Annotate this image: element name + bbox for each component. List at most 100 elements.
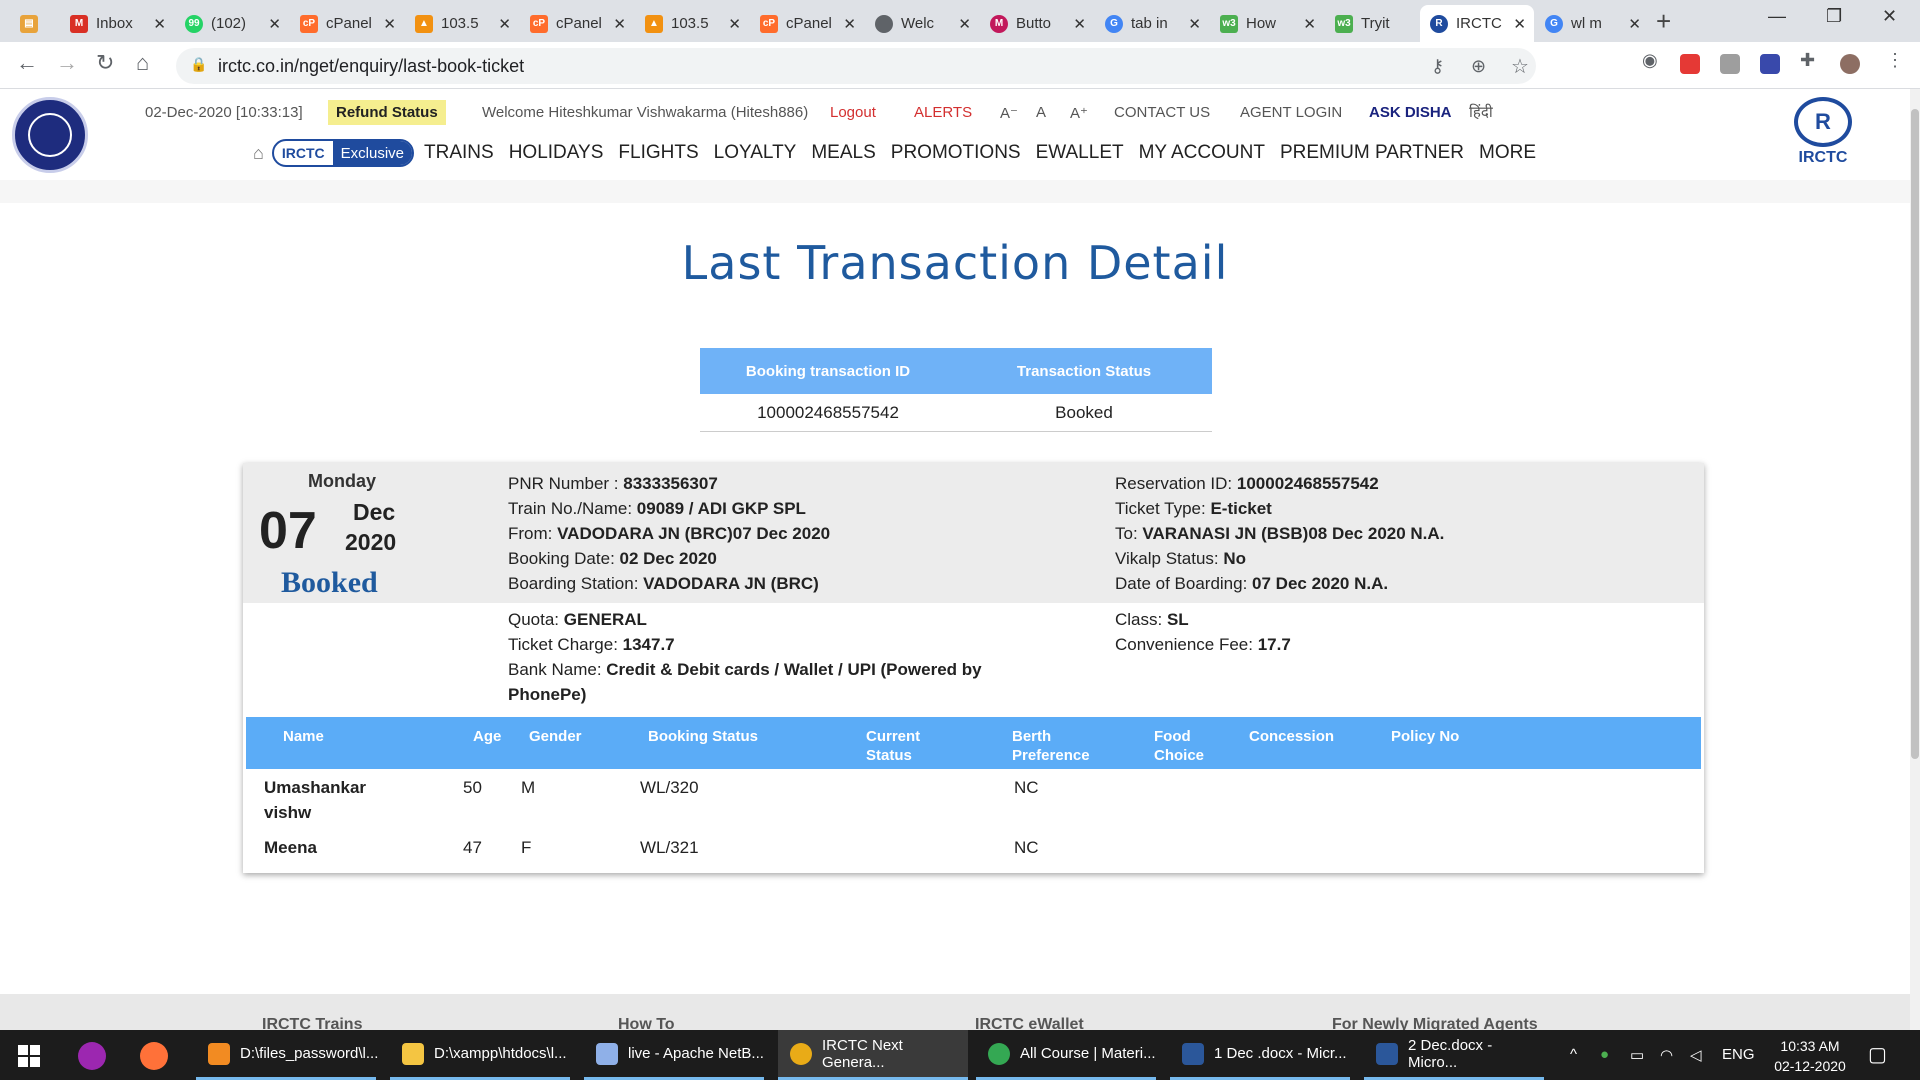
taskbar-clock[interactable]: 10:33 AM 02-12-2020	[1762, 1036, 1858, 1076]
font-decrease-button[interactable]: A⁻	[1000, 104, 1018, 122]
taskbar-item[interactable]: live - Apache NetB...	[584, 1030, 764, 1080]
network-icon[interactable]: ◠	[1660, 1046, 1673, 1064]
browser-tab-active[interactable]: R IRCTC ✕	[1420, 5, 1534, 42]
refund-status-button[interactable]: Refund Status	[328, 100, 446, 125]
camera-icon[interactable]: ◉	[1642, 50, 1658, 71]
hindi-link[interactable]: हिंदी	[1469, 102, 1493, 122]
browser-tab[interactable]: ▤	[10, 5, 60, 42]
font-normal-button[interactable]: A	[1036, 104, 1046, 121]
close-icon[interactable]: ✕	[843, 15, 856, 33]
browser-tab[interactable]: M Butto ✕	[980, 5, 1094, 42]
browser-tab[interactable]: G wl m ✕	[1535, 5, 1649, 42]
nav-meals[interactable]: MEALS	[811, 142, 875, 164]
browser-tab[interactable]: cP cPanel ✕	[290, 5, 404, 42]
nav-trains[interactable]: TRAINS	[424, 142, 494, 164]
taskbar-item[interactable]: All Course | Materi...	[976, 1030, 1156, 1080]
nav-premium-partner[interactable]: PREMIUM PARTNER	[1280, 142, 1464, 164]
firefox-icon[interactable]	[140, 1042, 168, 1070]
ask-disha-link[interactable]: ASK DISHA	[1369, 104, 1452, 121]
windows-start-icon[interactable]	[18, 1045, 40, 1067]
nav-loyalty[interactable]: LOYALTY	[714, 142, 797, 164]
agent-login-link[interactable]: AGENT LOGIN	[1240, 104, 1342, 121]
home-icon[interactable]: ⌂	[253, 143, 264, 164]
w3schools-icon: w3	[1220, 14, 1238, 33]
close-icon[interactable]: ✕	[1188, 15, 1201, 33]
minimize-icon[interactable]: —	[1768, 6, 1786, 27]
tray-chevron-icon[interactable]: ^	[1570, 1046, 1577, 1063]
taskbar-item-active[interactable]: IRCTC Next Genera...	[778, 1030, 968, 1080]
close-icon[interactable]: ✕	[1513, 15, 1526, 33]
alerts-link[interactable]: ALERTS	[914, 104, 972, 121]
avatar[interactable]	[1840, 54, 1860, 74]
home-icon[interactable]: ⌂	[136, 50, 149, 76]
page-scrollbar[interactable]	[1910, 89, 1920, 1030]
contact-us-link[interactable]: CONTACT US	[1114, 104, 1210, 121]
tab-title: cPanel	[786, 15, 832, 32]
extension-icon[interactable]	[1760, 54, 1780, 74]
forward-icon[interactable]: →	[56, 50, 78, 76]
bank-name-label: Bank Name:	[508, 660, 607, 679]
browser-tab[interactable]: 99 (102) ✕	[175, 5, 289, 42]
extension-icon[interactable]	[1720, 54, 1740, 74]
nav-holidays[interactable]: HOLIDAYS	[509, 142, 604, 164]
kebab-menu-icon[interactable]: ⋮	[1886, 50, 1904, 71]
nav-flights[interactable]: FLIGHTS	[618, 142, 698, 164]
indian-railways-logo[interactable]	[12, 97, 88, 173]
irctc-exclusive-button[interactable]: IRCTC Exclusive	[271, 139, 415, 167]
column-header: Transaction Status	[1016, 362, 1152, 380]
close-icon[interactable]: ✕	[1303, 15, 1316, 33]
security-icon[interactable]: ●	[1600, 1046, 1609, 1063]
passenger-booking-status: WL/320	[640, 778, 699, 797]
browser-tab[interactable]: w3 How ✕	[1210, 5, 1324, 42]
close-icon[interactable]: ✕	[153, 15, 166, 33]
window-close-icon[interactable]: ✕	[1882, 6, 1897, 27]
lock-icon[interactable]: 🔒	[190, 56, 207, 73]
browser-tab[interactable]: cP cPanel ✕	[750, 5, 864, 42]
maximize-icon[interactable]: ❐	[1826, 6, 1842, 27]
close-icon[interactable]: ✕	[498, 15, 511, 33]
taskbar-item[interactable]: 2 Dec.docx - Micro...	[1364, 1030, 1544, 1080]
close-icon[interactable]: ✕	[383, 15, 396, 33]
browser-tab[interactable]: G tab in ✕	[1095, 5, 1209, 42]
url-text[interactable]: irctc.co.in/nget/enquiry/last-book-ticke…	[218, 56, 524, 77]
language-indicator[interactable]: ENG	[1722, 1046, 1755, 1063]
browser-tab[interactable]: ▲ 103.5 ✕	[635, 5, 749, 42]
nav-promotions[interactable]: PROMOTIONS	[891, 142, 1021, 164]
address-bar[interactable]: 🔒 irctc.co.in/nget/enquiry/last-book-tic…	[176, 48, 1536, 84]
close-icon[interactable]: ✕	[268, 15, 281, 33]
puzzle-icon[interactable]: ✚	[1800, 50, 1815, 71]
close-icon[interactable]: ✕	[613, 15, 626, 33]
from-label: From:	[508, 524, 558, 543]
zoom-icon[interactable]: ⊕	[1471, 56, 1486, 77]
key-icon[interactable]: ⚷	[1431, 56, 1444, 77]
nav-my-account[interactable]: MY ACCOUNT	[1139, 142, 1265, 164]
new-tab-icon[interactable]: +	[1656, 6, 1671, 37]
table-header: Name Age Gender Booking Status Current St…	[246, 717, 1701, 769]
app-icon[interactable]	[78, 1042, 106, 1070]
bookmark-star-icon[interactable]: ☆	[1511, 54, 1529, 79]
browser-tab[interactable]: M Inbox ✕	[60, 5, 174, 42]
close-icon[interactable]: ✕	[958, 15, 971, 33]
taskbar-item[interactable]: D:\files_password\l...	[196, 1030, 378, 1080]
logout-link[interactable]: Logout	[830, 104, 876, 121]
close-icon[interactable]: ✕	[728, 15, 741, 33]
browser-tab[interactable]: cP cPanel ✕	[520, 5, 634, 42]
browser-tab[interactable]: Welc ✕	[865, 5, 979, 42]
extension-icon[interactable]	[1680, 54, 1700, 74]
battery-icon[interactable]: ▭	[1630, 1046, 1644, 1064]
back-icon[interactable]: ←	[16, 50, 38, 76]
close-icon[interactable]: ✕	[1628, 15, 1641, 33]
reload-icon[interactable]: ↻	[96, 50, 114, 76]
scrollbar-thumb[interactable]	[1911, 109, 1919, 759]
name-line: vishw	[264, 803, 312, 822]
browser-tab[interactable]: ▲ 103.5 ✕	[405, 5, 519, 42]
taskbar-item[interactable]: D:\xampp\htdocs\l...	[390, 1030, 570, 1080]
nav-more[interactable]: MORE	[1479, 142, 1536, 164]
nav-ewallet[interactable]: EWALLET	[1036, 142, 1124, 164]
notification-icon[interactable]: ▢	[1868, 1042, 1887, 1067]
close-icon[interactable]: ✕	[1073, 15, 1086, 33]
volume-icon[interactable]: ◁	[1690, 1046, 1702, 1064]
font-increase-button[interactable]: A⁺	[1070, 104, 1088, 122]
irctc-logo[interactable]: R IRCTC	[1788, 97, 1858, 177]
taskbar-item[interactable]: 1 Dec .docx - Micr...	[1170, 1030, 1350, 1080]
